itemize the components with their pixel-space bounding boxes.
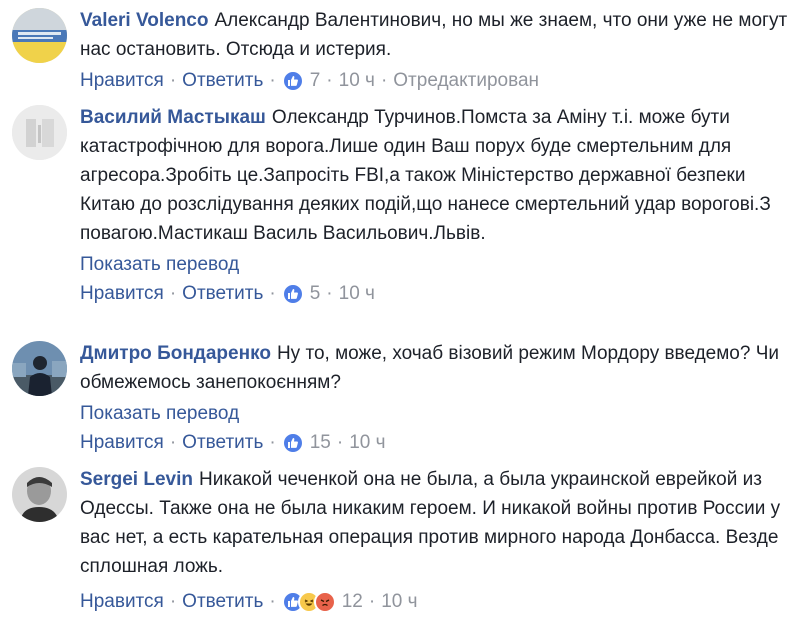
thumbs-up-icon xyxy=(281,70,304,92)
separator: · xyxy=(169,591,177,612)
avatar[interactable] xyxy=(12,467,67,522)
comment-text: Василий Мастыкаш Олександр Турчинов.Помст… xyxy=(80,103,792,248)
thumbs-up-icon xyxy=(281,283,304,305)
comment-actions: Нравится · Ответить · 12 · 10 ч xyxy=(80,587,792,617)
reaction-count[interactable]: 7 xyxy=(310,66,321,96)
separator: · xyxy=(269,283,276,304)
avatar[interactable] xyxy=(12,341,67,396)
timestamp[interactable]: 10 ч xyxy=(349,428,385,458)
avatar[interactable] xyxy=(12,8,67,63)
edited-label[interactable]: Отредактирован xyxy=(393,66,539,96)
comment-actions: Нравится · Ответить · 5 · 10 ч xyxy=(80,279,792,309)
separator: · xyxy=(380,70,388,91)
reply-button[interactable]: Ответить xyxy=(182,66,263,96)
separator: · xyxy=(326,283,333,304)
comment-author[interactable]: Valeri Volenco xyxy=(80,10,208,31)
show-translation-link[interactable]: Показать перевод xyxy=(80,400,792,427)
reactions[interactable] xyxy=(281,432,304,454)
reactions[interactable] xyxy=(281,283,304,305)
reply-button[interactable]: Ответить xyxy=(182,279,263,309)
like-button[interactable]: Нравится xyxy=(80,428,164,458)
comment-text: Дмитро Бондаренко Ну то, може, хочаб візо… xyxy=(80,339,792,397)
comment-actions: Нравится · Ответить · 7 · 10 ч · Отредак… xyxy=(80,66,792,96)
separator: · xyxy=(169,432,177,453)
reply-button[interactable]: Ответить xyxy=(182,587,263,617)
comment-actions: Нравится · Ответить · 15 · 10 ч xyxy=(80,428,792,458)
separator: · xyxy=(169,70,177,91)
show-translation-link[interactable]: Показать перевод xyxy=(80,251,792,278)
thumbs-up-icon xyxy=(281,432,304,454)
reactions[interactable] xyxy=(281,70,304,92)
reactions[interactable] xyxy=(281,591,336,613)
reaction-count[interactable]: 5 xyxy=(310,279,321,309)
like-button[interactable]: Нравится xyxy=(80,587,164,617)
avatar[interactable] xyxy=(12,105,67,160)
reaction-count[interactable]: 15 xyxy=(310,428,331,458)
separator: · xyxy=(269,432,276,453)
separator: · xyxy=(326,70,333,91)
separator: · xyxy=(269,591,276,612)
comment-author[interactable]: Дмитро Бондаренко xyxy=(80,343,271,364)
timestamp[interactable]: 10 ч xyxy=(339,66,375,96)
separator: · xyxy=(269,70,276,91)
comment-author[interactable]: Sergei Levin xyxy=(80,469,193,490)
reaction-count[interactable]: 12 xyxy=(342,587,363,617)
comment-author[interactable]: Василий Мастыкаш xyxy=(80,107,266,128)
comment-text: Sergei Levin Никакой чеченкой она не была… xyxy=(80,465,792,581)
timestamp[interactable]: 10 ч xyxy=(381,587,417,617)
angry-face-icon xyxy=(313,591,336,613)
separator: · xyxy=(368,591,376,612)
separator: · xyxy=(336,432,344,453)
comment-text: Valeri Volenco Александр Валентинович, но… xyxy=(80,6,792,64)
like-button[interactable]: Нравится xyxy=(80,279,164,309)
like-button[interactable]: Нравится xyxy=(80,66,164,96)
timestamp[interactable]: 10 ч xyxy=(339,279,375,309)
separator: · xyxy=(169,283,177,304)
reply-button[interactable]: Ответить xyxy=(182,428,263,458)
